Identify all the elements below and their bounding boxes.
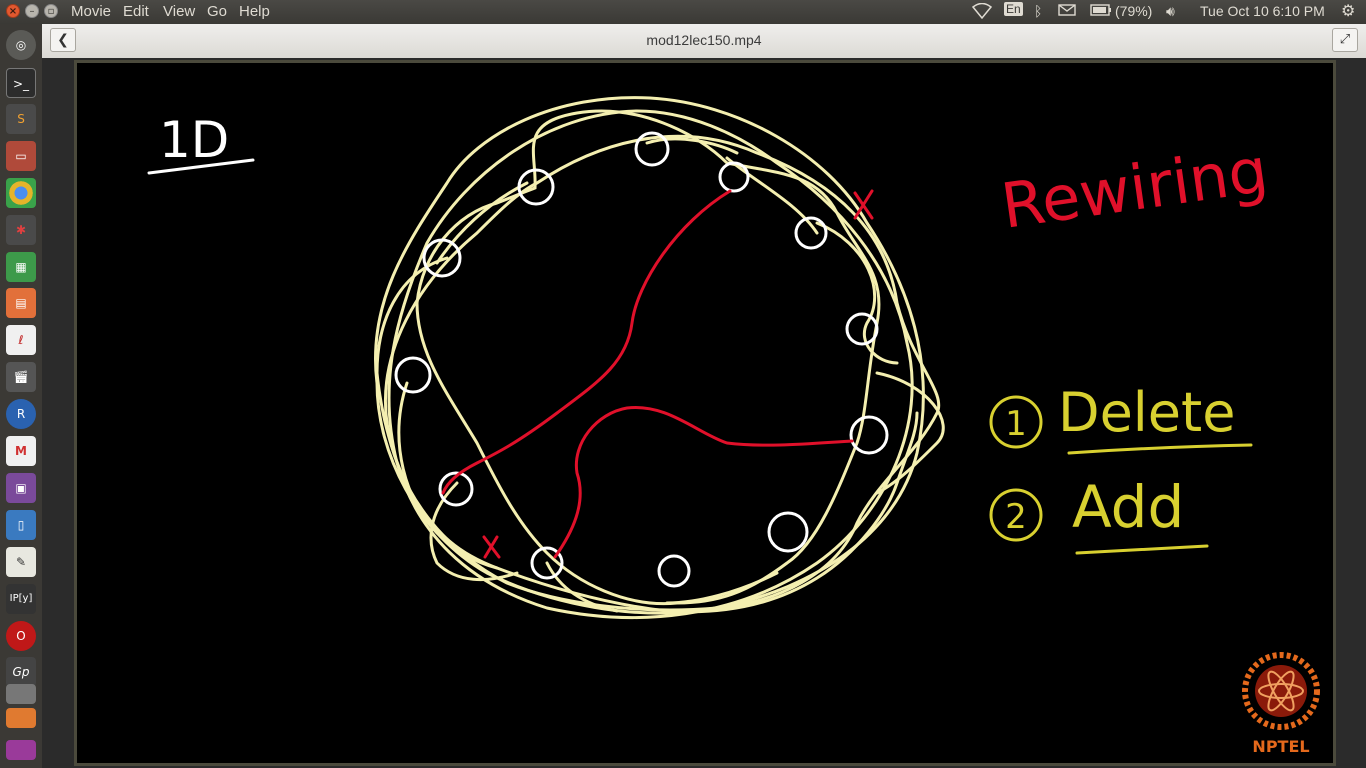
media-icon[interactable]: ▣: [6, 473, 36, 503]
fullscreen-button[interactable]: ⤢: [1332, 28, 1358, 52]
step-2-underline: [1075, 544, 1209, 555]
rewiring-title: Rewiring: [997, 133, 1272, 243]
nptel-logo: NPTEL: [1242, 652, 1320, 756]
node: [394, 356, 432, 394]
window-title: mod12lec150.mp4: [646, 32, 762, 48]
video-area[interactable]: 1D Rewiring 1 Delete 2 Add NPTEL: [42, 58, 1366, 768]
gmail-icon[interactable]: M: [6, 436, 36, 466]
volume-icon[interactable]: 🔊︎: [1166, 3, 1175, 20]
dash-icon[interactable]: ◎: [6, 30, 36, 60]
presentation-icon[interactable]: ▤: [6, 288, 36, 318]
gnuplot-icon[interactable]: Gp: [6, 657, 36, 687]
software-icon[interactable]: [6, 708, 36, 728]
battery-icon[interactable]: [1090, 3, 1112, 20]
chrome-icon[interactable]: [6, 178, 36, 208]
menu-help[interactable]: Help: [239, 3, 270, 20]
step-2-label: Add: [1072, 473, 1184, 541]
r-icon[interactable]: R: [6, 399, 36, 429]
node: [849, 415, 889, 455]
bluetooth-icon[interactable]: ᛒ: [1034, 3, 1042, 19]
spreadsheet-icon[interactable]: ▦: [6, 252, 36, 282]
network-nodes: [394, 131, 889, 588]
node: [845, 312, 879, 346]
settings-icon[interactable]: ✱: [6, 215, 36, 245]
disks-icon[interactable]: [6, 684, 36, 704]
heading-1d: 1D: [159, 111, 229, 169]
step-1-number: 1: [1005, 404, 1027, 444]
close-window-button[interactable]: ×: [6, 4, 20, 18]
node: [718, 161, 750, 193]
menu-view[interactable]: View: [163, 3, 195, 20]
document-icon[interactable]: ▯: [6, 510, 36, 540]
maximize-window-button[interactable]: ▫: [44, 4, 58, 18]
sublime-icon[interactable]: S: [6, 104, 36, 134]
menu-edit[interactable]: Edit: [123, 3, 149, 20]
player-title-bar: ❮ mod12lec150.mp4 ⤢: [42, 24, 1366, 59]
opera-icon[interactable]: O: [6, 621, 36, 651]
drawing-canvas: 1D Rewiring 1 Delete 2 Add NPTEL: [147, 96, 1320, 756]
trash-icon[interactable]: [6, 740, 36, 760]
minimize-window-button[interactable]: –: [25, 4, 39, 18]
video-editor-icon[interactable]: 🎬︎: [6, 362, 36, 392]
text-editor-icon[interactable]: ✎: [6, 547, 36, 577]
files-icon[interactable]: ▭: [6, 141, 36, 171]
keyboard-language-indicator[interactable]: En: [1004, 2, 1023, 16]
node: [767, 511, 809, 553]
menu-movie[interactable]: Movie: [71, 3, 111, 20]
wifi-icon[interactable]: [971, 2, 993, 22]
node: [794, 216, 828, 250]
mail-icon[interactable]: [1058, 3, 1076, 20]
system-gear-icon[interactable]: ⚙: [1341, 1, 1355, 21]
blackboard: 1D Rewiring 1 Delete 2 Add NPTEL: [74, 60, 1336, 766]
top-menu-bar: × – ▫ Movie Edit View Go Help En ᛒ (79%)…: [0, 0, 1366, 24]
nptel-logo-text: NPTEL: [1252, 737, 1309, 756]
ring-connections: [374, 96, 945, 619]
ipython-icon[interactable]: IP[y]: [6, 584, 36, 614]
terminal-icon[interactable]: >_: [6, 68, 36, 98]
launcher-sidebar: ◎ >_ S ▭ ✱ ▦ ▤ ℓ 🎬︎ R M ▣ ▯ ✎ IP[y] O Gp: [0, 24, 43, 768]
step-1-label: Delete: [1058, 381, 1235, 444]
pdf-icon[interactable]: ℓ: [6, 325, 36, 355]
menu-go[interactable]: Go: [207, 3, 227, 20]
battery-percentage: (79%): [1115, 3, 1153, 19]
node: [657, 554, 691, 588]
step-1-underline: [1067, 443, 1253, 455]
step-2-number: 2: [1005, 497, 1027, 537]
clock[interactable]: Tue Oct 10 6:10 PM: [1200, 3, 1325, 19]
